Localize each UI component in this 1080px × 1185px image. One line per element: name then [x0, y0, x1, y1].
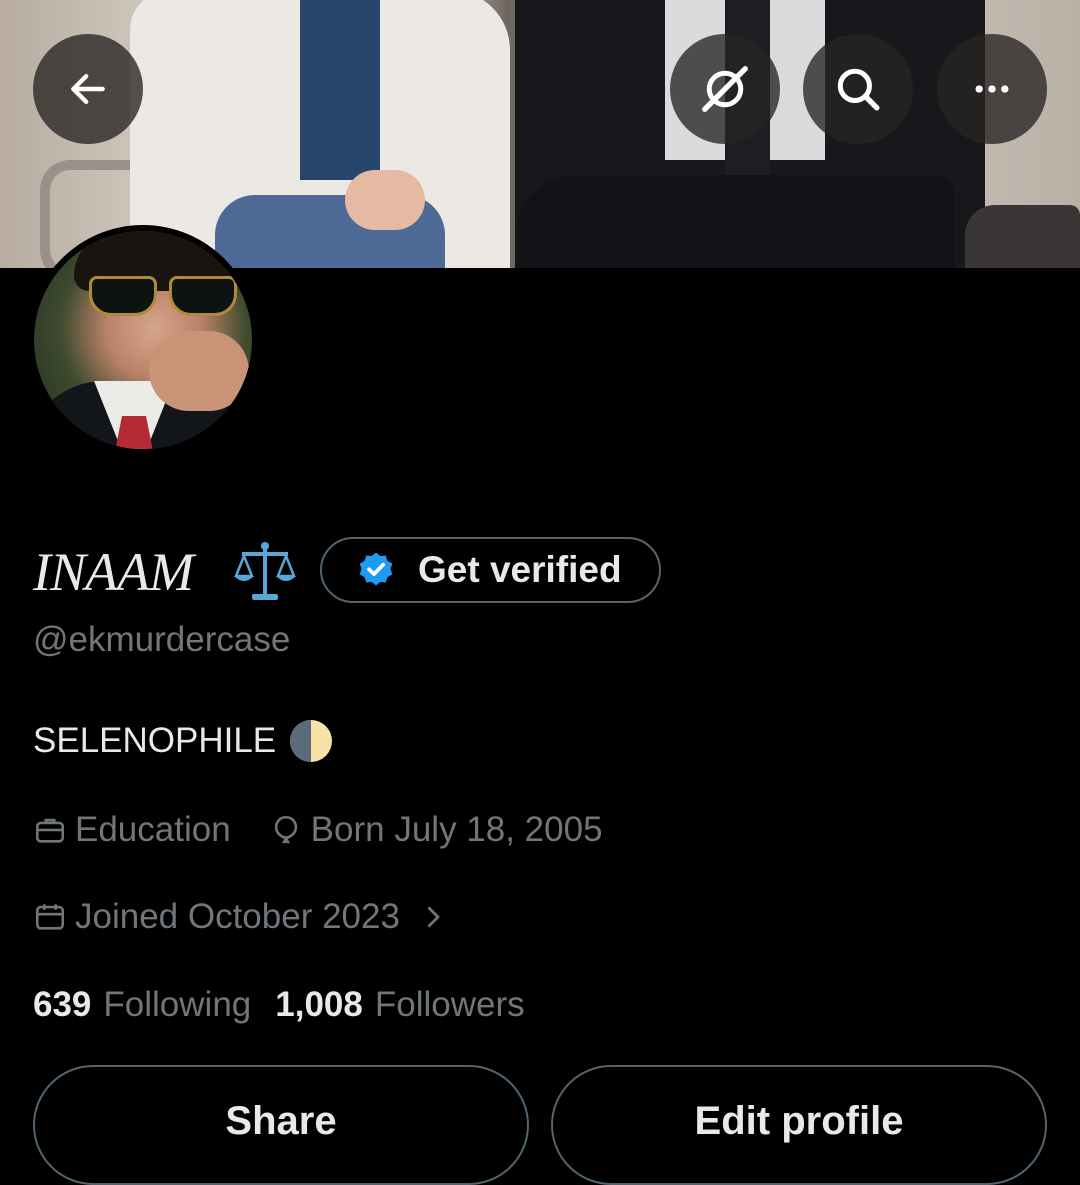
avatar-photo	[34, 231, 252, 449]
joined-row[interactable]: Joined October 2023	[33, 897, 448, 937]
banner-scrubs	[300, 0, 380, 180]
followers-count: 1,008	[275, 985, 363, 1024]
calendar-icon	[35, 904, 65, 930]
share-button[interactable]: Share	[33, 1065, 529, 1185]
followers-link[interactable]: 1,008 Followers	[275, 985, 524, 1025]
balance-scale-emoji	[234, 542, 296, 600]
banner-trousers	[515, 175, 955, 268]
more-horizontal-icon	[975, 85, 1009, 93]
verified-badge-icon	[359, 552, 393, 586]
edit-profile-label: Edit profile	[694, 1099, 904, 1143]
first-quarter-moon-emoji	[290, 720, 333, 762]
user-handle: @ekmurdercase	[33, 620, 291, 659]
more-button[interactable]	[937, 34, 1047, 144]
following-label: Following	[103, 985, 252, 1024]
banner-hands	[345, 170, 425, 230]
birthday-text: Born July 18, 2005	[310, 810, 603, 849]
follow-stats: 639 Following 1,008 Followers	[33, 985, 525, 1025]
chevron-right-icon	[427, 906, 440, 928]
share-label: Share	[225, 1099, 337, 1143]
bio: SELENOPHILE	[33, 720, 333, 762]
arrow-left-icon	[71, 73, 105, 105]
joined-item[interactable]: Joined October 2023	[33, 897, 448, 937]
grok-button[interactable]	[670, 34, 780, 144]
search-icon	[837, 68, 880, 111]
category-item: Education	[33, 810, 231, 850]
followers-label: Followers	[374, 985, 525, 1024]
balloon-icon	[274, 815, 297, 844]
joined-text: Joined October 2023	[75, 897, 400, 936]
category-text: Education	[75, 810, 231, 849]
avatar[interactable]	[28, 225, 258, 455]
briefcase-icon	[35, 818, 65, 843]
following-count: 639	[33, 985, 92, 1024]
back-button[interactable]	[33, 34, 143, 144]
birthday-item: Born July 18, 2005	[269, 810, 603, 850]
banner-shoe	[965, 205, 1080, 268]
profile-meta-row: Education Born July 18, 2005	[33, 810, 603, 850]
search-button[interactable]	[803, 34, 913, 144]
get-verified-button[interactable]: Get verified	[320, 537, 661, 603]
edit-profile-button[interactable]: Edit profile	[551, 1065, 1047, 1185]
grok-icon	[702, 66, 748, 112]
following-link[interactable]: 639 Following	[33, 985, 251, 1025]
get-verified-label: Get verified	[418, 549, 622, 590]
bio-text: SELENOPHILE	[33, 721, 277, 760]
display-name: INAAM	[33, 542, 194, 602]
